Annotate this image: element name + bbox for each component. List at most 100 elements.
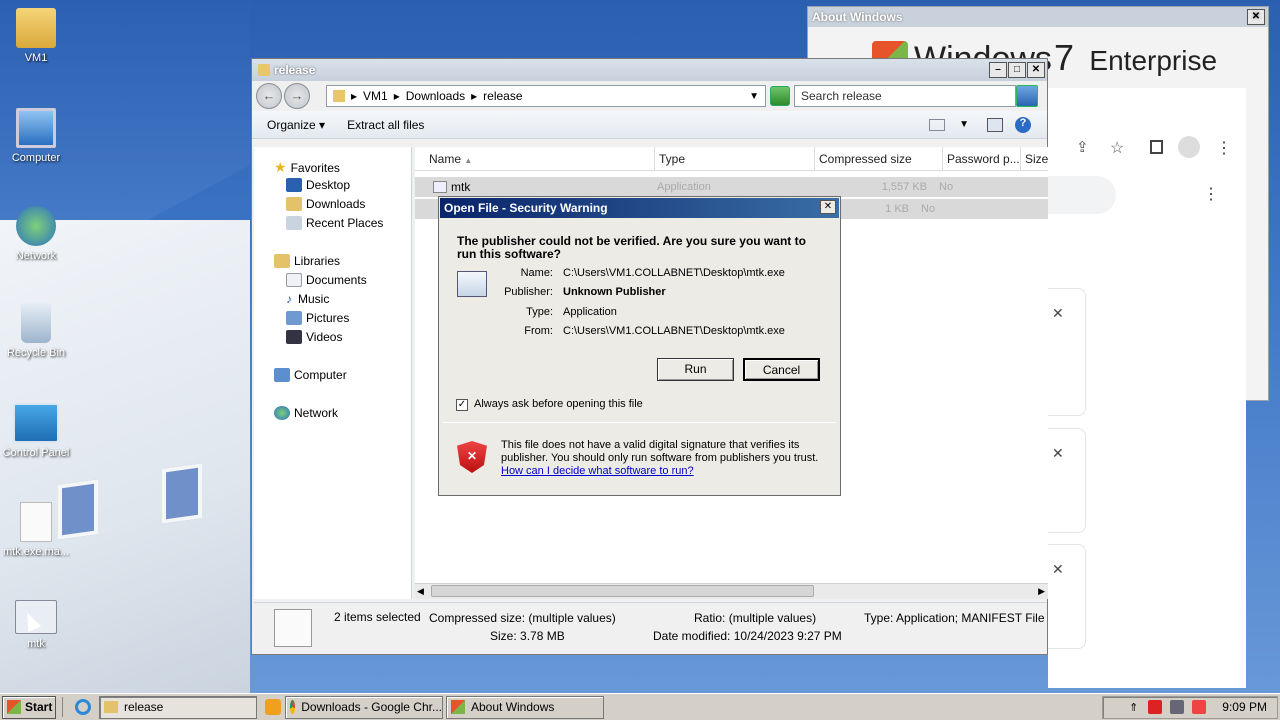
taskbar-item-chrome[interactable]: Downloads - Google Chr... [285, 695, 443, 719]
chevron-right-icon[interactable]: ▸ [351, 89, 357, 103]
help-icon[interactable]: ? [1015, 116, 1031, 133]
nav-computer[interactable]: Computer [274, 368, 347, 382]
nav-documents[interactable]: Documents [286, 273, 367, 287]
organize-label: Organize [267, 117, 316, 132]
nav-network[interactable]: Network [274, 406, 338, 420]
close-icon[interactable]: ✕ [1052, 305, 1064, 322]
forward-arrow-icon[interactable]: → [284, 83, 310, 109]
scroll-right-icon[interactable]: ▶ [1038, 586, 1045, 597]
chevron-down-icon[interactable]: ▼ [959, 119, 969, 130]
column-compressed-size[interactable]: Compressed size [815, 147, 943, 170]
desktop-icon-computer[interactable]: Computer [0, 108, 72, 164]
column-size[interactable]: Size [1021, 147, 1048, 170]
share-icon[interactable]: ⇪ [1076, 138, 1089, 156]
star-icon: ★ [274, 159, 287, 175]
horizontal-scrollbar[interactable]: ◀ ▶ [415, 583, 1048, 599]
desktop-icon-mtk-manifest[interactable]: mtk.exe.ma... [0, 502, 72, 558]
desktop-icon-control-panel[interactable]: Control Panel [0, 403, 72, 459]
extract-all-button[interactable]: Extract all files [347, 118, 424, 132]
download-card[interactable]: ✕ [1048, 288, 1086, 416]
column-type[interactable]: Type [655, 147, 815, 170]
detail-label: Ratio: [694, 611, 726, 625]
details-pane: 2 items selected Compressed size: (multi… [254, 602, 1047, 654]
nav-pictures[interactable]: Pictures [286, 311, 349, 325]
taskbar-item-about-windows[interactable]: About Windows [446, 695, 604, 719]
download-card[interactable]: ✕ [1048, 428, 1086, 533]
detail-label: Type: [864, 611, 894, 625]
view-options-icon[interactable] [929, 118, 946, 131]
nav-favorites[interactable]: ★ Favorites [274, 159, 340, 176]
refresh-icon[interactable] [770, 86, 790, 106]
chrome-icon [290, 700, 296, 714]
nav-downloads[interactable]: Downloads [286, 197, 365, 211]
search-icon[interactable] [1016, 85, 1038, 107]
download-card[interactable]: ✕ [1048, 544, 1086, 649]
close-icon[interactable]: ✕ [1027, 62, 1045, 78]
close-icon[interactable]: ✕ [820, 200, 836, 214]
breadcrumb-downloads[interactable]: Downloads [406, 89, 465, 103]
chevron-down-icon[interactable]: ▼ [749, 91, 759, 102]
nav-recent-places[interactable]: Recent Places [286, 216, 383, 230]
chevron-right-icon[interactable]: ▸ [471, 89, 477, 103]
help-link[interactable]: How can I decide what software to run? [501, 465, 694, 477]
organize-menu[interactable]: Organize ▾ [267, 118, 325, 132]
desktop-icon [286, 178, 302, 192]
side-panel-icon[interactable] [1150, 140, 1163, 154]
volume-muted-icon[interactable] [1192, 700, 1207, 714]
address-row: ← → ▸ VM1 ▸ Downloads ▸ release ▼ Search… [252, 81, 1047, 111]
desktop-icon-network[interactable]: Network [0, 206, 72, 262]
downloads-folder-icon [286, 197, 302, 211]
cancel-button[interactable]: Cancel [743, 358, 820, 381]
nav-label: Network [294, 406, 339, 420]
close-icon[interactable]: ✕ [1052, 445, 1064, 462]
breadcrumb-release[interactable]: release [483, 89, 522, 103]
close-icon[interactable]: ✕ [1247, 9, 1265, 25]
dialog-titlebar: Open File - Security Warning [440, 198, 839, 218]
nav-videos[interactable]: Videos [286, 330, 342, 344]
always-ask-checkbox[interactable]: ✓ [456, 399, 468, 411]
back-arrow-icon[interactable]: ← [256, 83, 282, 109]
search-field-fragment[interactable] [1048, 176, 1116, 214]
file-type: Application [657, 181, 711, 193]
chevron-right-icon[interactable]: ▸ [394, 89, 400, 103]
nav-label: Videos [306, 330, 343, 344]
file-icon [20, 502, 52, 542]
desktop-icon-recycle-bin[interactable]: Recycle Bin [0, 303, 72, 359]
profile-avatar-icon[interactable] [1178, 136, 1200, 158]
network-tray-icon[interactable] [1170, 700, 1185, 714]
internet-explorer-icon[interactable] [75, 699, 91, 715]
nav-desktop[interactable]: Desktop [286, 178, 350, 192]
desktop-icon-vm1[interactable]: VM1 [0, 8, 72, 64]
breadcrumb-vm1[interactable]: VM1 [363, 89, 388, 103]
size-detail: Size: 3.78 MB [490, 629, 565, 643]
action-center-icon[interactable] [1148, 700, 1163, 714]
scroll-left-icon[interactable]: ◀ [417, 586, 424, 597]
preview-pane-icon[interactable] [987, 117, 1003, 132]
nav-music[interactable]: ♪ Music [286, 292, 329, 306]
maximize-icon[interactable]: □ [1008, 62, 1026, 78]
more-options-icon[interactable]: ⋮ [1203, 184, 1219, 204]
bookmark-star-icon[interactable]: ☆ [1110, 138, 1124, 158]
minimize-icon[interactable]: – [989, 62, 1007, 78]
table-row[interactable]: mtk Application 1,557 KB No [415, 177, 1048, 197]
search-input[interactable]: Search release [794, 85, 1016, 107]
start-button[interactable]: Start [2, 695, 56, 719]
show-hidden-icons-icon[interactable]: ⇑ [1129, 701, 1138, 714]
navigation-pane: ★ Favorites Desktop Downloads Recent Pla… [254, 147, 412, 599]
nav-libraries[interactable]: Libraries [274, 254, 340, 268]
checkbox-label: Always ask before opening this file [474, 398, 643, 410]
scrollbar-thumb[interactable] [431, 585, 814, 597]
menu-kebab-icon[interactable]: ⋮ [1216, 138, 1232, 158]
close-icon[interactable]: ✕ [1052, 561, 1064, 578]
dialog-title: Open File - Security Warning [444, 201, 608, 215]
start-label: Start [25, 700, 53, 714]
column-name[interactable]: Name ▲ [415, 147, 655, 170]
taskbar-item-release[interactable]: release [99, 695, 257, 719]
field-label: Type: [526, 306, 553, 318]
run-button[interactable]: Run [657, 358, 734, 381]
column-password[interactable]: Password p... [943, 147, 1021, 170]
task-label: Downloads - Google Chr... [301, 700, 442, 714]
media-player-icon[interactable] [265, 699, 281, 715]
address-bar[interactable]: ▸ VM1 ▸ Downloads ▸ release ▼ [326, 85, 766, 107]
clock[interactable]: 9:09 PM [1222, 700, 1267, 714]
